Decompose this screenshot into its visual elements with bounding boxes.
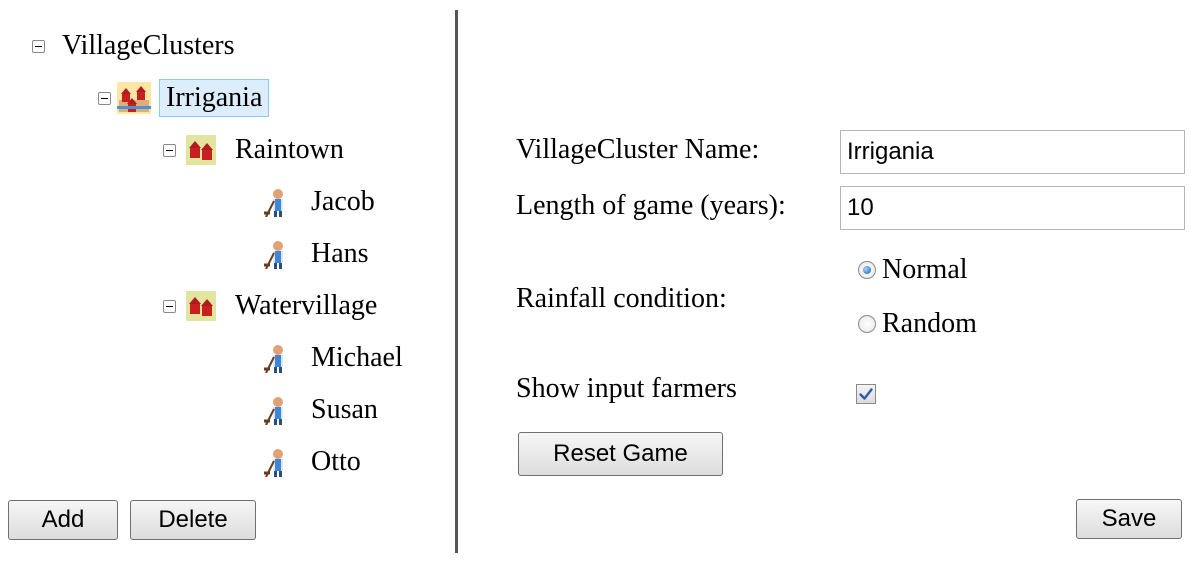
- tree-node-farmer: Hans: [262, 232, 376, 276]
- tree-node-label[interactable]: Michael: [304, 339, 410, 377]
- tree-node-farmer: Otto: [262, 440, 368, 484]
- cluster-name-input[interactable]: [840, 130, 1185, 174]
- add-button[interactable]: Add: [8, 500, 118, 540]
- tree-node-label[interactable]: Irrigania: [159, 79, 270, 117]
- village-cluster-icon: [117, 82, 151, 114]
- tree-node-label[interactable]: Susan: [304, 391, 385, 429]
- tree-node-farmer: Michael: [262, 336, 410, 380]
- save-button[interactable]: Save: [1076, 499, 1182, 539]
- village-icon: [186, 135, 216, 165]
- rainfall-option-label: Normal: [882, 254, 968, 285]
- farmer-icon: [264, 449, 283, 477]
- rainfall-option-random[interactable]: Random: [858, 308, 977, 340]
- game-length-label: Length of game (years):: [516, 190, 786, 221]
- show-farmers-label: Show input farmers: [516, 373, 737, 404]
- radio-button-checked[interactable]: [858, 261, 876, 279]
- tree-node-irrigania: Irrigania: [98, 76, 270, 120]
- tree-node-village: Raintown: [163, 128, 351, 172]
- collapse-icon[interactable]: [32, 39, 45, 53]
- tree-node-label[interactable]: Otto: [304, 443, 368, 481]
- farmer-icon: [264, 241, 283, 269]
- tree-node-label[interactable]: Jacob: [304, 183, 382, 221]
- tree-node-root: VillageClusters: [32, 24, 242, 68]
- show-farmers-checkbox[interactable]: [856, 384, 876, 404]
- cluster-name-label: VillageCluster Name:: [516, 134, 760, 165]
- tree-node-farmer: Jacob: [262, 180, 382, 224]
- collapse-icon[interactable]: [163, 143, 176, 157]
- rainfall-option-label: Random: [882, 308, 977, 339]
- delete-button[interactable]: Delete: [130, 500, 256, 540]
- game-length-input[interactable]: [840, 186, 1185, 230]
- tree-node-farmer: Susan: [262, 388, 385, 432]
- farmer-icon: [264, 397, 283, 425]
- rainfall-option-normal[interactable]: Normal: [858, 254, 968, 286]
- tree-node-label[interactable]: Raintown: [228, 131, 351, 169]
- village-icon: [186, 291, 216, 321]
- radio-button[interactable]: [858, 315, 876, 333]
- tree-node-label[interactable]: Watervillage: [228, 287, 384, 325]
- checkmark-icon: [859, 388, 873, 400]
- pane-divider[interactable]: [455, 10, 458, 553]
- rainfall-label: Rainfall condition:: [516, 283, 727, 314]
- tree-node-label[interactable]: VillageClusters: [59, 27, 242, 65]
- collapse-icon[interactable]: [98, 91, 111, 105]
- tree-node-label[interactable]: Hans: [304, 235, 376, 273]
- farmer-icon: [264, 345, 283, 373]
- farmer-icon: [264, 189, 283, 217]
- reset-game-button[interactable]: Reset Game: [518, 432, 723, 476]
- collapse-icon[interactable]: [163, 299, 176, 313]
- tree-node-village: Watervillage: [163, 284, 384, 328]
